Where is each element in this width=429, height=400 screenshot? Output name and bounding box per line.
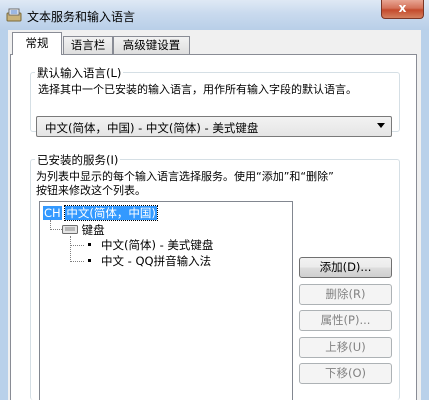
tree-connector	[70, 261, 84, 262]
default-input-description: 选择其中一个已安装的输入语言，用作所有输入字段的默认语言。	[38, 83, 357, 96]
move-down-button-label: 下移(O)	[324, 366, 367, 380]
close-button[interactable]: x	[381, 0, 424, 19]
tab-general[interactable]: 常规	[12, 32, 62, 55]
tree-item-service-label: 中文 - QQ拼音输入法	[101, 254, 212, 268]
text-services-app-icon	[6, 8, 22, 22]
tree-item-service-label: 中文(简体) - 美式键盘	[101, 238, 214, 252]
tab-advanced-key-settings-label: 高级键设置	[122, 38, 181, 52]
move-up-button-label: 上移(U)	[325, 340, 366, 354]
window-title: 文本服务和输入语言	[27, 10, 136, 24]
installed-services-group-label: 已安装的服务(I)	[35, 152, 121, 168]
tree-item-keyboard-label: 键盘	[81, 223, 105, 237]
move-up-button[interactable]: 上移(U)	[299, 337, 392, 358]
default-input-language-combobox[interactable]: 中文(简体，中国) - 中文(简体) - 美式键盘	[36, 116, 392, 137]
tab-language-bar-label: 语言栏	[70, 38, 106, 52]
keyboard-icon	[62, 225, 78, 234]
tree-connector	[70, 245, 84, 246]
tree-item-service[interactable]: 中文 - QQ拼音输入法	[101, 253, 211, 269]
remove-button-label: 删除(R)	[325, 287, 366, 301]
default-input-selected-value: 中文(简体，中国) - 中文(简体) - 美式键盘	[45, 121, 259, 135]
tab-language-bar[interactable]: 语言栏	[63, 36, 113, 54]
bullet-icon	[88, 259, 91, 262]
tab-advanced-key-settings[interactable]: 高级键设置	[113, 36, 190, 54]
title-bar[interactable]: 文本服务和输入语言 x	[0, 0, 429, 30]
chevron-down-icon	[377, 123, 385, 128]
default-input-group-label: 默认输入语言(L)	[35, 65, 124, 81]
tree-connector	[50, 229, 62, 230]
installed-services-description-line2: 按钮来修改这个列表。	[36, 184, 146, 197]
tree-item-keyboard-category[interactable]: 键盘	[62, 222, 105, 238]
tree-item-language[interactable]: CH 中文(简体，中国)	[43, 205, 158, 221]
tree-item-service[interactable]: 中文(简体) - 美式键盘	[101, 237, 213, 253]
properties-button-label: 属性(P)...	[320, 313, 371, 327]
language-badge: CH	[43, 206, 62, 220]
tab-general-label: 常规	[25, 36, 49, 50]
tree-item-language-label: 中文(简体，中国)	[64, 205, 158, 221]
close-icon: x	[398, 1, 407, 15]
installed-services-tree[interactable]: CH 中文(简体，中国) 键盘 中文(简体) - 美式键盘 中文 - QQ拼音输…	[39, 201, 293, 400]
properties-button[interactable]: 属性(P)...	[299, 310, 392, 331]
tree-connector	[70, 236, 71, 262]
remove-button[interactable]: 删除(R)	[299, 284, 392, 305]
bullet-icon	[88, 243, 91, 246]
add-button-label: 添加(D)...	[319, 260, 372, 274]
dialog-window: 文本服务和输入语言 x 常规 语言栏 高级键设置 默认输入语言(L) 选择其中一…	[0, 0, 429, 400]
add-button[interactable]: 添加(D)...	[299, 257, 392, 278]
move-down-button[interactable]: 下移(O)	[299, 363, 392, 384]
